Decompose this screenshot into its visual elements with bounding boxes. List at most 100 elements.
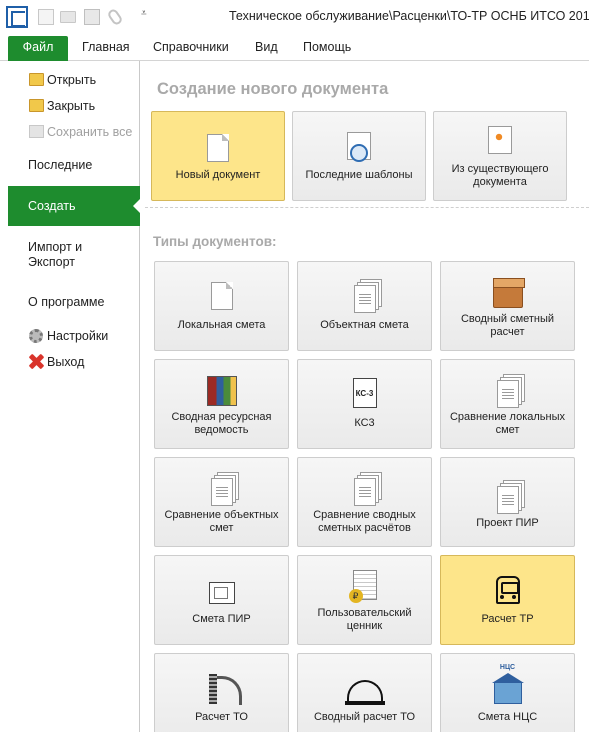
sidebar-item-label: Экспорт <box>28 255 75 269</box>
sidebar-item-about[interactable]: О программе <box>28 295 104 310</box>
tile-label: смет <box>209 522 234 534</box>
tile-label: расчет <box>490 326 525 338</box>
save-icon[interactable] <box>84 9 100 25</box>
new-document-icon[interactable] <box>38 9 54 25</box>
sidebar-item-open[interactable]: Открыть <box>0 73 140 89</box>
object-estimate-button[interactable]: Объектная смета <box>297 261 432 351</box>
tile-label: Объектная смета <box>320 319 409 331</box>
divider <box>145 207 589 208</box>
tile-label: Сравнение локальных <box>449 411 566 423</box>
gear-icon <box>29 329 43 343</box>
tile-label: Сводный расчет ТО <box>313 711 416 723</box>
recent-templates-button[interactable]: Последние шаблоны <box>292 111 426 201</box>
train-icon <box>495 576 520 604</box>
sidebar-item-label: Настройки <box>47 329 109 343</box>
compare-summary-button[interactable]: Сравнение сводных сметных расчётов <box>297 457 432 547</box>
window-title: Техническое обслуживание\Расценки\ТО-ТР … <box>229 9 589 23</box>
sidebar-item-label: Создать <box>28 199 76 213</box>
tile-label: Сводный сметный <box>460 313 555 325</box>
sidebar-item-label: Импорт и <box>28 240 83 254</box>
sidebar-item-save-all: Сохранить все <box>0 125 140 141</box>
active-indicator <box>133 198 141 214</box>
tile-label: Пользовательский <box>317 607 412 619</box>
customize-quick-access-icon[interactable]: ⩡ <box>141 8 147 19</box>
estimate-pir-button[interactable]: Смета ПИР <box>154 555 289 645</box>
dome-icon <box>344 680 385 705</box>
tab-view[interactable]: Вид <box>255 40 278 54</box>
tile-label: КС3 <box>354 417 375 429</box>
new-document-button[interactable]: Новый документ <box>151 111 285 201</box>
existing-document-icon <box>488 126 512 154</box>
tab-file[interactable]: Файл <box>8 36 68 61</box>
create-heading: Создание нового документа <box>157 80 389 98</box>
crane-icon <box>205 672 242 706</box>
tile-label: документа <box>473 176 527 188</box>
from-existing-button[interactable]: Из существующего документа <box>433 111 567 201</box>
tab-help[interactable]: Помощь <box>303 40 351 54</box>
blueprint-icon <box>208 582 235 604</box>
tile-label: Смета НЦС <box>477 711 538 723</box>
calc-to-button[interactable]: Расчет ТО <box>154 653 289 732</box>
tile-label: Из существующего <box>451 163 549 175</box>
tile-label: Сравнение сводных <box>313 509 416 521</box>
compare-documents-icon <box>496 380 519 408</box>
estimate-nts-button[interactable]: НЦС Смета НЦС <box>440 653 575 732</box>
tab-references[interactable]: Справочники <box>153 40 229 54</box>
tile-label: ценник <box>346 620 383 632</box>
types-heading: Типы документов: <box>153 234 277 249</box>
sidebar-item-settings[interactable]: Настройки <box>0 329 140 345</box>
open-folder-icon[interactable] <box>60 11 76 23</box>
title-bar: ⩡ Техническое обслуживание\Расценки\ТО-Т… <box>0 0 589 34</box>
sidebar-item-recent[interactable]: Последние <box>28 158 92 173</box>
sidebar-item-close[interactable]: Закрыть <box>0 99 140 115</box>
attach-icon[interactable] <box>106 7 124 27</box>
sidebar-item-create[interactable]: Создать <box>8 186 141 226</box>
user-price-list-button[interactable]: Пользовательский ценник <box>297 555 432 645</box>
sidebar-item-label: Выход <box>47 355 85 369</box>
sidebar-item-label: Сохранить все <box>47 125 133 139</box>
ks3-form-icon: КС-3 <box>352 378 377 408</box>
tab-home[interactable]: Главная <box>82 40 130 54</box>
app-logo-icon[interactable] <box>6 6 28 28</box>
tile-label: ведомость <box>194 424 249 436</box>
tile-label: Расчет ТО <box>195 711 248 723</box>
sidebar-item-import-export[interactable]: Импорт и Экспорт <box>28 240 82 270</box>
tile-label: Проект ПИР <box>476 517 539 529</box>
document-stack-icon <box>353 285 376 313</box>
tile-label: Новый документ <box>175 169 261 181</box>
project-pir-button[interactable]: Проект ПИР <box>440 457 575 547</box>
nts-label-icon: НЦС <box>499 664 516 671</box>
ks3-button[interactable]: КС-3 КС3 <box>297 359 432 449</box>
summary-estimate-button[interactable]: Сводный сметный расчет <box>440 261 575 351</box>
compare-object-button[interactable]: Сравнение объектных смет <box>154 457 289 547</box>
blank-document-icon <box>207 134 229 162</box>
tile-label: Сводная ресурсная <box>171 411 272 423</box>
box-icon <box>492 278 525 308</box>
tile-label: Последние шаблоны <box>305 169 413 181</box>
tile-label: смет <box>495 424 520 436</box>
close-icon <box>29 355 44 368</box>
tile-label: Сравнение объектных <box>164 509 279 521</box>
menu-bar: Файл Главная Справочники Вид Помощь <box>0 34 589 61</box>
document-icon <box>210 282 233 310</box>
house-icon <box>491 673 524 704</box>
summary-to-button[interactable]: Сводный расчет ТО <box>297 653 432 732</box>
resource-statement-button[interactable]: Сводная ресурсная ведомость <box>154 359 289 449</box>
tile-label: Расчет ТР <box>481 613 534 625</box>
folder-icon <box>29 99 44 112</box>
local-estimate-button[interactable]: Локальная смета <box>154 261 289 351</box>
sidebar-item-exit[interactable]: Выход <box>0 355 140 371</box>
price-list-icon <box>348 570 377 603</box>
sidebar-item-label: Закрыть <box>47 99 96 113</box>
calc-tr-button[interactable]: Расчет ТР <box>440 555 575 645</box>
save-all-icon <box>29 125 44 138</box>
compare-documents-icon <box>210 478 233 506</box>
tile-label: Локальная смета <box>177 319 266 331</box>
compare-local-button[interactable]: Сравнение локальных смет <box>440 359 575 449</box>
backstage-sidebar: Открыть Закрыть Сохранить все Последние … <box>0 61 141 732</box>
tile-label: Смета ПИР <box>192 613 251 625</box>
template-icon <box>347 132 371 162</box>
project-documents-icon <box>496 486 519 514</box>
tile-label: сметных расчётов <box>318 522 411 534</box>
folder-open-icon <box>29 73 44 86</box>
